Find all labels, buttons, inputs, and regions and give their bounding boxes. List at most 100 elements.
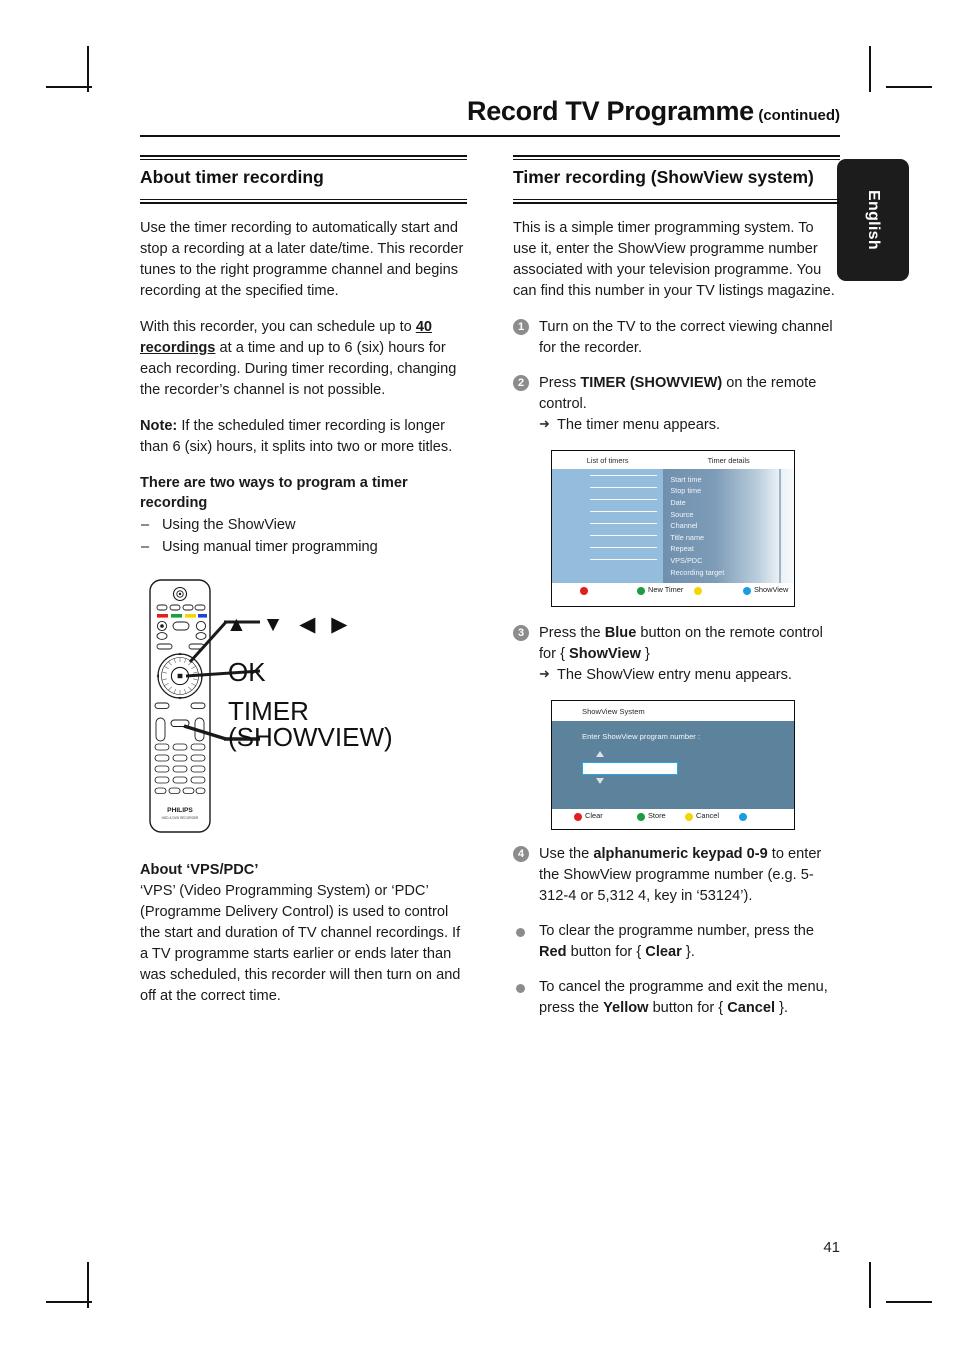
step-2-result: The timer menu appears. — [539, 415, 840, 436]
page-title: Record TV Programme — [467, 96, 754, 126]
detail-channel: Channel — [670, 521, 698, 531]
step-1-text: Turn on the TV to the correct viewing ch… — [539, 318, 833, 356]
showview-entry-screenshot: ShowView System Enter ShowView program n… — [551, 699, 795, 830]
list-item-manual: Using manual timer programming — [140, 537, 467, 558]
paragraph-schedule-capacity: With this recorder, you can schedule up … — [140, 317, 467, 401]
bullet-cancel: To cancel the programme and exit the men… — [513, 977, 840, 1019]
timer-list-row[interactable] — [590, 498, 658, 501]
svg-text:HDD & DVD RECORDER: HDD & DVD RECORDER — [162, 816, 199, 820]
page-header: Record TV Programme (continued) — [140, 96, 840, 131]
crop-mark-bottom-right-v — [869, 1262, 871, 1308]
text-fragment: Use the — [539, 845, 594, 862]
ways-list: Using the ShowView Using manual timer pr… — [140, 515, 467, 558]
blue-button-dot[interactable] — [743, 586, 751, 595]
green-button-label: Store — [648, 810, 666, 820]
crop-mark-top-right-h — [886, 86, 932, 88]
emphasis-cancel: Cancel — [727, 999, 776, 1016]
label-timer-line1: TIMER — [228, 695, 309, 726]
timer-list-row[interactable] — [590, 522, 658, 525]
crop-mark-top-left-h — [46, 86, 92, 88]
text-fragment: }. — [681, 943, 695, 960]
page-title-continued: (continued) — [758, 107, 840, 124]
crop-mark-bottom-right-h — [886, 1301, 932, 1303]
step-2: 2 Press TIMER (SHOWVIEW) on the remote c… — [513, 373, 840, 436]
text-fragment: } — [640, 645, 650, 662]
showview-screen-title: ShowView System — [582, 706, 645, 716]
detail-date: Date — [670, 498, 686, 508]
timer-list-row[interactable] — [590, 546, 658, 549]
label-timer-showview-button: TIMER (SHOWVIEW) — [228, 695, 393, 753]
yellow-button-dot[interactable] — [685, 812, 693, 821]
timer-list-row[interactable] — [590, 510, 658, 513]
language-tab: English — [837, 159, 909, 281]
green-button-dot[interactable] — [637, 812, 645, 821]
blue-button-label: ShowView — [754, 584, 789, 594]
paragraph-vps: ‘VPS’ (Video Programming System) or ‘PDC… — [140, 883, 461, 1005]
page-content: Record TV Programme (continued) About ti… — [140, 96, 840, 1256]
spinner-up-arrow-icon[interactable] — [596, 750, 604, 757]
detail-stop-time: Stop time — [670, 486, 702, 496]
paragraph-note: Note: If the scheduled timer recording i… — [140, 416, 467, 458]
label-direction-arrows: ▲ ▼ ◀ ▶ — [226, 612, 353, 636]
emphasis-blue: Blue — [604, 624, 637, 641]
right-section-title: Timer recording (ShowView system) — [513, 167, 814, 187]
heading-rule-bottom — [140, 198, 467, 204]
yellow-button-label: Cancel — [696, 810, 720, 820]
heading-rule-bottom — [513, 198, 840, 204]
svg-text:PHILIPS: PHILIPS — [167, 807, 193, 814]
timer-list-row[interactable] — [590, 486, 658, 489]
detail-source: Source — [670, 509, 694, 519]
yellow-button-dot[interactable] — [694, 586, 702, 595]
label-timer-line2: (SHOWVIEW) — [228, 722, 393, 753]
showview-screen-body: Enter ShowView program number : — [552, 720, 794, 809]
detail-start-time: Start time — [670, 474, 702, 484]
showview-prompt: Enter ShowView program number : — [582, 731, 701, 741]
text-fragment: With this recorder, you can schedule up … — [140, 318, 416, 335]
timer-menu-headers: List of timers Timer details — [552, 450, 794, 469]
showview-number-input[interactable] — [582, 761, 678, 775]
text-fragment: button for { — [566, 943, 646, 960]
timer-list-row[interactable] — [590, 534, 658, 537]
red-button-dot[interactable] — [574, 812, 582, 821]
step-3: 3 Press the Blue button on the remote co… — [513, 623, 840, 686]
timer-menu-body: Start time Stop time Date Source Channel… — [552, 468, 794, 583]
step-number-badge: 3 — [513, 624, 529, 641]
timer-menu-screenshot: List of timers Timer details Start time … — [551, 449, 795, 607]
step-3-text: Press the Blue button on the remote cont… — [539, 623, 840, 665]
text-fragment: To clear the programme number, press the — [539, 922, 814, 939]
step-4: 4 Use the alphanumeric keypad 0-9 to ent… — [513, 844, 840, 907]
emphasis-clear: Clear — [645, 943, 682, 960]
remote-control-figure: PHILIPS HDD & DVD RECORDER ▲ ▼ ◀ ▶ OK TI… — [140, 576, 467, 838]
spinner-down-arrow-icon[interactable] — [596, 777, 604, 784]
red-button-dot[interactable] — [580, 586, 588, 595]
emphasis-keypad: alphanumeric keypad 0-9 — [593, 845, 768, 862]
timer-list-row[interactable] — [590, 558, 658, 561]
header-rule — [140, 135, 840, 137]
page-number: 41 — [823, 1239, 840, 1256]
step-number-badge: 1 — [513, 318, 529, 335]
bullet-clear: To clear the programme number, press the… — [513, 921, 840, 963]
crop-mark-top-right-v — [869, 46, 871, 92]
header-timer-details: Timer details — [707, 455, 750, 465]
timer-list-panel — [552, 469, 663, 583]
step-3-result: The ShowView entry menu appears. — [539, 665, 840, 686]
crop-mark-bottom-left-h — [46, 1301, 92, 1303]
detail-vps-pdc: VPS/PDC — [670, 556, 703, 566]
language-tab-label: English — [865, 190, 882, 250]
emphasis-showview: ShowView — [569, 645, 641, 662]
paragraph-showview-intro: This is a simple timer programming syste… — [513, 219, 835, 299]
emphasis-timer-showview: TIMER (SHOWVIEW) — [580, 374, 723, 391]
green-button-label: New Timer — [648, 584, 684, 594]
detail-recording-target: Recording target — [670, 567, 725, 577]
showview-colour-buttons: Clear Store Cancel — [552, 808, 794, 829]
timer-list-row[interactable] — [590, 474, 658, 477]
step-2-text: Press TIMER (SHOWVIEW) on the remote con… — [539, 373, 840, 415]
blue-button-dot[interactable] — [739, 812, 747, 821]
text-fragment: button for { — [648, 999, 728, 1016]
step-1: 1 Turn on the TV to the correct viewing … — [513, 317, 840, 359]
right-column: Timer recording (ShowView system) This i… — [513, 155, 840, 1033]
scrollbar[interactable] — [779, 468, 781, 583]
green-button-dot[interactable] — [637, 586, 645, 595]
text-fragment: }. — [775, 999, 789, 1016]
step-4-text: Use the alphanumeric keypad 0-9 to enter… — [539, 844, 840, 907]
